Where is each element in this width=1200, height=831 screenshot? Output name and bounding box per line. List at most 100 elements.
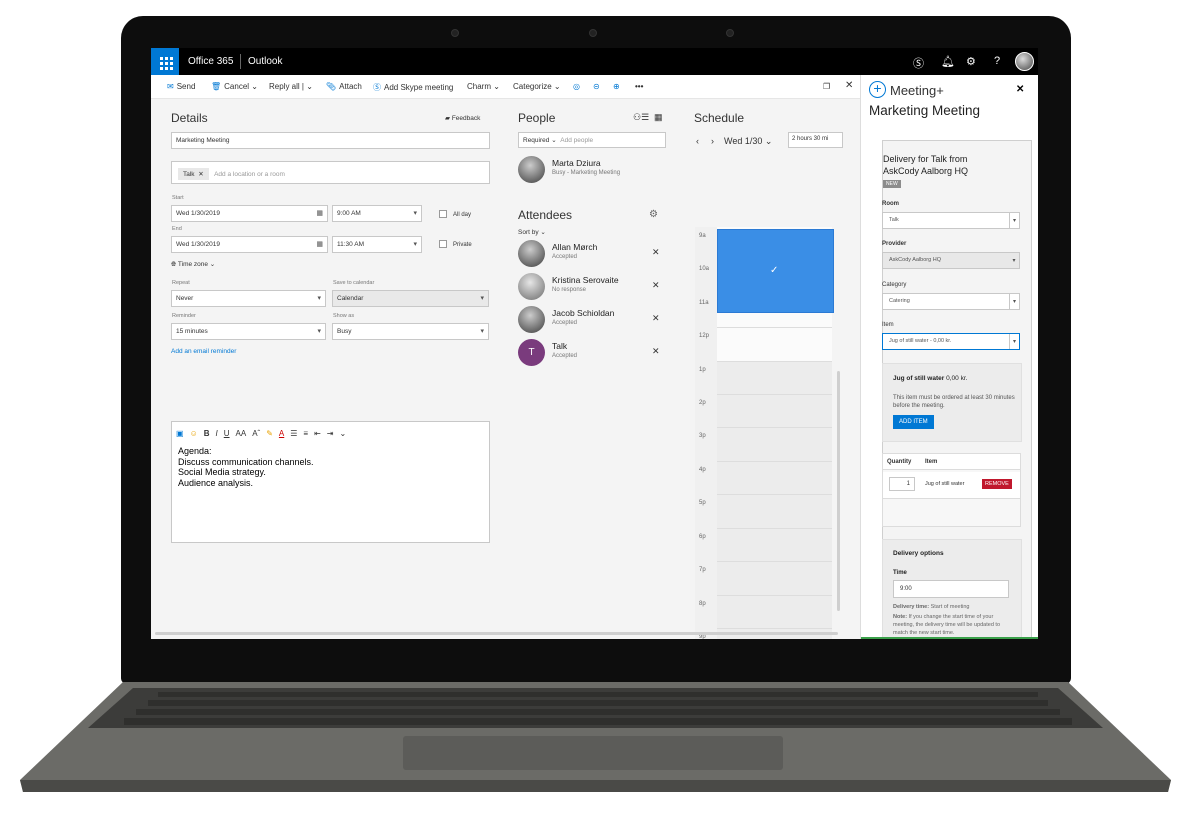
avatar bbox=[518, 240, 545, 267]
send-button[interactable]: ✉ Send bbox=[167, 82, 195, 91]
provider-select[interactable]: AskCody Aalborg HQ ▾ bbox=[882, 252, 1020, 269]
bullets-icon[interactable]: ☰ bbox=[290, 429, 297, 438]
add-icon[interactable]: ⊕ bbox=[613, 82, 620, 91]
attendee-item[interactable]: T Talk Accepted ✕ bbox=[518, 339, 668, 369]
outdent-icon[interactable]: ⇤ bbox=[314, 429, 321, 438]
grid-line bbox=[717, 327, 832, 328]
chevron-down-icon[interactable]: ⌄ bbox=[340, 429, 347, 438]
location-chip[interactable]: Talk ✕ bbox=[178, 168, 209, 180]
item-select[interactable]: Jug of still water - 0,00 kr. ▾ bbox=[882, 333, 1020, 350]
italic-icon[interactable]: I bbox=[216, 429, 218, 438]
skype-icon[interactable]: Ⓢ bbox=[913, 55, 924, 71]
popout-icon[interactable]: ❐ bbox=[823, 82, 830, 91]
end-date-field[interactable]: Wed 1/30/2019 ▦ bbox=[171, 236, 328, 253]
body-line: Agenda: bbox=[178, 446, 212, 456]
sort-by-button[interactable]: Sort by ⌄ bbox=[518, 228, 546, 236]
save-to-select[interactable]: Calendar ▾ bbox=[332, 290, 489, 307]
attach-button[interactable]: 📎︎ Attach bbox=[326, 82, 362, 91]
title-field[interactable]: Marketing Meeting bbox=[171, 132, 490, 149]
time-input[interactable]: 9:00 bbox=[893, 580, 1009, 598]
check-icon: ✓ bbox=[770, 265, 779, 276]
cancel-button[interactable]: 🗑︎ Cancel ⌄ bbox=[211, 82, 258, 91]
underline-icon[interactable]: U bbox=[224, 429, 230, 438]
categorize-button[interactable]: Categorize ⌄ bbox=[513, 82, 561, 91]
contacts-icon[interactable]: ⚇☰ bbox=[633, 112, 649, 123]
remove-button[interactable]: REMOVE bbox=[982, 479, 1012, 489]
font-color-icon[interactable]: A bbox=[279, 429, 284, 438]
time-zone-button[interactable]: 🌐︎ Time zone ⌄ bbox=[171, 260, 215, 269]
reply-all-button[interactable]: Reply all | ⌄ bbox=[269, 82, 313, 91]
remove-icon[interactable]: ✕ bbox=[652, 247, 660, 258]
show-as-select[interactable]: Busy ▾ bbox=[332, 323, 489, 340]
people-input[interactable]: Required ⌄ Add people bbox=[518, 132, 666, 148]
bold-icon[interactable]: B bbox=[204, 429, 210, 438]
start-date-field[interactable]: Wed 1/30/2019 ▦ bbox=[171, 205, 328, 222]
organizer[interactable]: Marta Dziura Busy - Marketing Meeting bbox=[518, 156, 668, 186]
chevron-down-icon: ▾ bbox=[1009, 213, 1019, 228]
app-title[interactable]: Outlook bbox=[248, 56, 282, 67]
remove-icon[interactable]: ✕ bbox=[652, 280, 660, 291]
grid-line bbox=[717, 361, 832, 362]
panel-bottom-border bbox=[861, 637, 1038, 639]
bell-icon[interactable]: 🔔︎ bbox=[941, 55, 955, 68]
order-table: Quantity Item 1 Jug of still water REMOV… bbox=[882, 453, 1021, 527]
save-to-label: Save to calendar bbox=[333, 280, 375, 286]
more-icon[interactable]: ••• bbox=[635, 82, 643, 91]
forward-icon[interactable]: ⊝ bbox=[593, 82, 600, 91]
close-icon[interactable]: ✕ bbox=[845, 80, 853, 91]
suite-title[interactable]: Office 365 bbox=[188, 56, 233, 67]
chevron-right-icon[interactable]: › bbox=[711, 136, 714, 146]
category-value: Catering bbox=[889, 298, 910, 304]
attendee-item[interactable]: Allan Mørch Accepted ✕ bbox=[518, 240, 668, 270]
close-icon[interactable]: ✕ bbox=[1016, 84, 1024, 95]
indent-icon[interactable]: ⇥ bbox=[327, 429, 334, 438]
remove-icon[interactable]: ✕ bbox=[198, 171, 203, 178]
remove-icon[interactable]: ✕ bbox=[652, 313, 660, 324]
addin-icon[interactable]: ◎ bbox=[573, 82, 580, 91]
attendee-item[interactable]: Kristina Serovaite No response ✕ bbox=[518, 273, 668, 303]
horizontal-scrollbar[interactable] bbox=[155, 632, 838, 635]
busy-range bbox=[717, 361, 832, 639]
numbering-icon[interactable]: ≡ bbox=[303, 429, 308, 438]
quantity-input[interactable]: 1 bbox=[889, 477, 915, 491]
scheduling-icon[interactable]: ▦ bbox=[654, 112, 663, 123]
skype-meeting-button[interactable]: Ⓢ Add Skype meeting bbox=[373, 82, 453, 93]
add-item-button[interactable]: ADD ITEM bbox=[893, 415, 934, 429]
location-field[interactable]: Talk ✕ Add a location or a room bbox=[171, 161, 490, 184]
reminder-select[interactable]: 15 minutes ▾ bbox=[171, 323, 326, 340]
gear-icon[interactable]: ⚙ bbox=[966, 55, 976, 68]
help-icon[interactable]: ? bbox=[994, 55, 1000, 67]
charm-button[interactable]: Charm ⌄ bbox=[467, 82, 500, 91]
start-time-field[interactable]: 9:00 AM ▾ bbox=[332, 205, 422, 222]
end-time-field[interactable]: 11:30 AM ▾ bbox=[332, 236, 422, 253]
table-row: 1 Jug of still water REMOVE bbox=[883, 472, 1020, 499]
app-launcher-icon[interactable] bbox=[151, 48, 179, 75]
remove-icon[interactable]: ✕ bbox=[652, 346, 660, 357]
schedule-scrollbar[interactable] bbox=[837, 371, 840, 611]
body-editor[interactable]: ▣ ☺ B I U AA Aˆ ✎ A ☰ ≡ ⇤ ⇥ ⌄ Agenda: Di… bbox=[171, 421, 490, 543]
camera-lens bbox=[589, 29, 597, 37]
avatar[interactable] bbox=[1015, 52, 1034, 71]
category-label: Category bbox=[882, 282, 907, 288]
feedback-button[interactable]: ▰ Feedback bbox=[445, 114, 480, 122]
all-day-checkbox[interactable] bbox=[439, 210, 447, 218]
chevron-left-icon[interactable]: ‹ bbox=[696, 136, 699, 146]
required-dropdown[interactable]: Required bbox=[523, 137, 549, 144]
date-picker[interactable]: Wed 1/30 ⌄ bbox=[724, 136, 772, 147]
font-size-icon[interactable]: AA bbox=[236, 429, 247, 438]
meeting-block[interactable]: ✓ bbox=[717, 229, 834, 313]
grow-font-icon[interactable]: Aˆ bbox=[252, 429, 260, 438]
attendee-item[interactable]: Jacob Schioldan Accepted ✕ bbox=[518, 306, 668, 336]
highlight-icon[interactable]: ✎ bbox=[266, 429, 273, 438]
repeat-select[interactable]: Never ▾ bbox=[171, 290, 326, 307]
end-label: End bbox=[172, 226, 182, 232]
room-select[interactable]: Talk ▾ bbox=[882, 212, 1020, 229]
category-select[interactable]: Catering ▾ bbox=[882, 293, 1020, 310]
image-icon[interactable]: ▣ bbox=[176, 429, 184, 438]
duration-select[interactable]: 2 hours 30 mi bbox=[788, 132, 843, 148]
private-checkbox[interactable] bbox=[439, 240, 447, 248]
gear-icon[interactable]: ⚙ bbox=[649, 209, 658, 220]
email-reminder-link[interactable]: Add an email reminder bbox=[171, 348, 236, 355]
chevron-down-icon: ▾ bbox=[317, 328, 321, 335]
emoji-icon[interactable]: ☺ bbox=[190, 429, 198, 438]
